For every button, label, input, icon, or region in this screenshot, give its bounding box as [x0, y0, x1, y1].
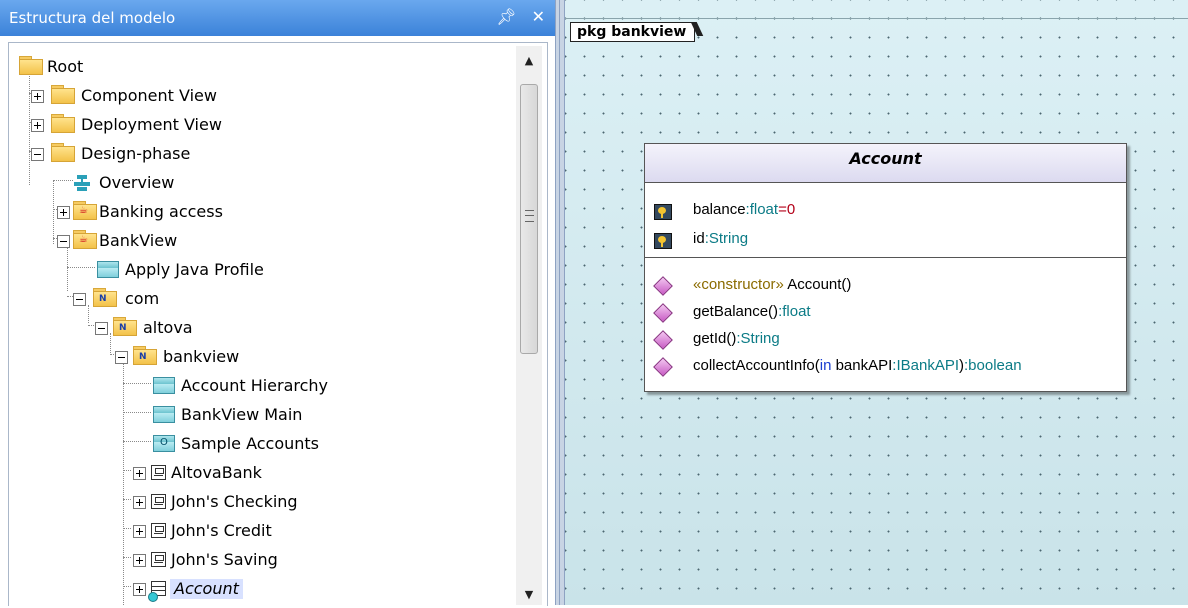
- tree-node-label-selected: Account: [170, 579, 243, 599]
- scroll-down-arrow-icon[interactable]: ▼: [516, 582, 542, 608]
- tree-node-label: BankView Main: [181, 405, 303, 424]
- tree-node-label: John's Checking: [171, 492, 298, 511]
- public-operation-icon: [653, 276, 673, 296]
- collapse-icon[interactable]: [115, 351, 128, 364]
- expand-icon[interactable]: [133, 554, 146, 567]
- tree-node-label: com: [125, 289, 160, 308]
- private-attribute-icon: [654, 233, 672, 249]
- private-attribute-icon: [654, 204, 672, 220]
- operation-constructor[interactable]: «constructor» Account(): [693, 275, 851, 295]
- class-name: Account: [645, 144, 1126, 183]
- instance-icon: [151, 523, 166, 538]
- attribute-id[interactable]: id:String: [693, 229, 748, 249]
- tree-node-label: John's Credit: [171, 521, 272, 540]
- public-operation-icon: [653, 303, 673, 323]
- diagram-icon: [153, 377, 175, 394]
- java-package-icon: ☕︎: [73, 230, 97, 250]
- scroll-up-arrow-icon[interactable]: ▲: [516, 46, 542, 72]
- collapse-icon[interactable]: [73, 293, 86, 306]
- tree-node-label: AltovaBank: [171, 463, 262, 482]
- java-package-icon: ☕︎: [73, 201, 97, 221]
- expand-icon[interactable]: [31, 90, 44, 103]
- folder-icon: [51, 85, 75, 105]
- tree-node-label: BankView: [99, 231, 178, 250]
- tree-node-label: Apply Java Profile: [125, 260, 264, 279]
- tree-node-label: Component View: [81, 86, 217, 105]
- tree-node-label: Account Hierarchy: [181, 376, 329, 395]
- public-operation-icon: [653, 330, 673, 350]
- tree-node-label: bankview: [163, 347, 240, 366]
- panel-splitter[interactable]: [555, 0, 565, 605]
- tree-node-label: Sample Accounts: [181, 434, 320, 453]
- expand-icon[interactable]: [133, 583, 146, 596]
- expand-icon[interactable]: [133, 496, 146, 509]
- overview-diagram-icon: [73, 174, 91, 192]
- collapse-icon[interactable]: [31, 148, 44, 161]
- expand-icon[interactable]: [133, 525, 146, 538]
- folder-icon: [51, 143, 75, 163]
- scroll-thumb[interactable]: [520, 84, 538, 354]
- diagram-icon: [153, 406, 175, 423]
- package-tab: pkg bankview: [570, 22, 696, 42]
- panel-title-bar: Estructura del modelo 📌︎ ✕: [0, 0, 555, 36]
- diagram-canvas[interactable]: pkg bankview Account balance:float=0 id:…: [565, 0, 1188, 605]
- instance-icon: [151, 552, 166, 567]
- tree-node-label: Root: [47, 57, 84, 76]
- tree-node-label: Design-phase: [81, 144, 191, 163]
- model-tree-panel: Estructura del modelo 📌︎ ✕ Root Componen…: [0, 0, 555, 606]
- close-icon[interactable]: ✕: [532, 7, 545, 26]
- instance-icon: [151, 465, 166, 480]
- namespace-package-icon: N: [133, 346, 157, 366]
- expand-icon[interactable]: [133, 467, 146, 480]
- public-operation-icon: [653, 357, 673, 377]
- expand-icon[interactable]: [57, 206, 70, 219]
- attribute-balance[interactable]: balance:float=0: [693, 200, 795, 220]
- tree-node-label: Overview: [99, 173, 175, 192]
- pin-icon[interactable]: 📌︎: [496, 7, 516, 26]
- model-tree: Root Component View Deployment View Desi…: [8, 42, 548, 606]
- folder-icon: [51, 114, 75, 134]
- panel-title: Estructura del modelo: [9, 9, 176, 27]
- diagram-icon: [97, 261, 119, 278]
- operation-get-id[interactable]: getId():String: [693, 329, 780, 349]
- tree-node-label: altova: [143, 318, 193, 337]
- tree-node-label: John's Saving: [171, 550, 278, 569]
- operation-collect-account-info[interactable]: collectAccountInfo(in bankAPI:IBankAPI):…: [693, 356, 1022, 376]
- namespace-package-icon: N: [93, 288, 117, 308]
- tree-scrollbar[interactable]: ▲ ▼: [516, 46, 542, 605]
- collapse-icon[interactable]: [57, 235, 70, 248]
- folder-icon: [19, 56, 43, 76]
- object-diagram-icon: O: [153, 435, 175, 452]
- collapse-icon[interactable]: [95, 322, 108, 335]
- expand-icon[interactable]: [31, 119, 44, 132]
- selection-marker-icon: [148, 592, 158, 602]
- attributes-compartment: balance:float=0 id:String: [645, 183, 1126, 258]
- tree-node-label: Banking access: [99, 202, 223, 221]
- tree-node-label: Deployment View: [81, 115, 222, 134]
- namespace-package-icon: N: [113, 317, 137, 337]
- instance-icon: [151, 494, 166, 509]
- class-account[interactable]: Account balance:float=0 id:String «const…: [644, 143, 1127, 392]
- operation-get-balance[interactable]: getBalance():float: [693, 302, 811, 322]
